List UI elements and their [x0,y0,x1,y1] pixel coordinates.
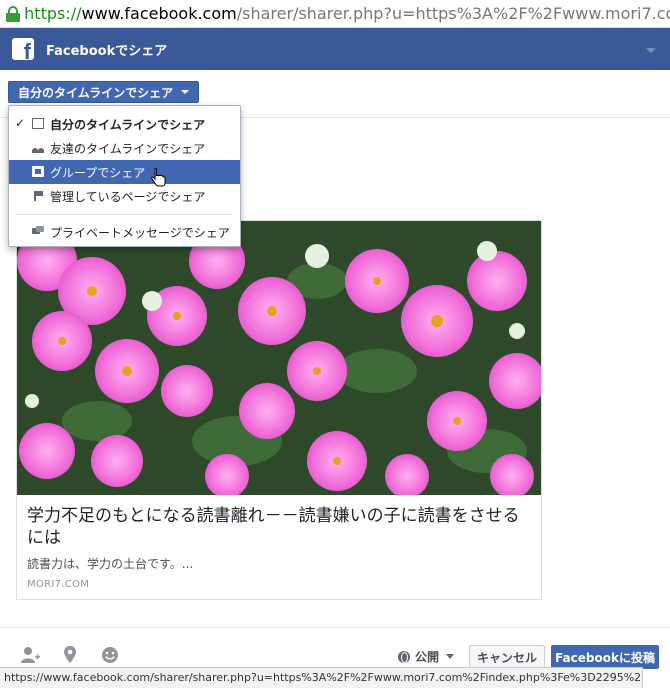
link-preview-card[interactable]: 学力不足のもとになる読書離れ－－読書嫌いの子に読書をさせるには 読書力は、学力の… [16,220,542,600]
divider [0,627,670,628]
message-icon [32,226,44,237]
share-target-label: 自分のタイムラインでシェア [18,85,174,100]
url-text: https://www.facebook.com/sharer/sharer.p… [24,4,670,23]
caret-down-icon [181,90,190,94]
post-to-facebook-button[interactable]: Facebookに投稿 [551,645,659,669]
menu-item-own-timeline[interactable]: ✓ 自分のタイムラインでシェア [9,112,240,136]
share-target-menu: ✓ 自分のタイムラインでシェア 友達のタイムラインでシェア グループでシェア 管… [8,105,241,247]
preview-title: 学力不足のもとになる読書離れ－－読書嫌いの子に読書をさせるには [27,506,520,548]
menu-divider [17,214,232,215]
privacy-selector[interactable]: 公開 [398,648,455,665]
tag-friends-icon[interactable] [20,646,40,664]
edit-icon [32,118,44,129]
privacy-label: 公開 [415,650,440,664]
check-icon: ✓ [15,116,26,130]
globe-icon [398,650,410,663]
caret-down-icon [446,654,455,659]
lock-icon [6,5,20,22]
group-icon [32,166,44,177]
menu-item-group[interactable]: グループでシェア [9,160,240,184]
dialog-title: Facebookでシェア [46,43,168,59]
menu-item-managed-page[interactable]: 管理しているページでシェア [9,184,240,208]
emoji-icon[interactable] [101,646,119,664]
preview-description: 読書力は、学力の土台です。... [27,557,194,571]
facebook-logo-icon: f [12,38,34,63]
dialog-header: f Facebookでシェア [0,28,670,70]
cancel-button[interactable]: キャンセル [469,645,545,669]
address-bar[interactable]: https://www.facebook.com/sharer/sharer.p… [0,0,670,28]
browser-status-bar: https://www.facebook.com/sharer/sharer.p… [0,667,643,688]
chevron-down-icon[interactable] [646,48,656,53]
friends-icon [32,142,44,153]
hand-cursor-icon [151,168,166,187]
preview-image [17,221,541,495]
flag-icon [32,190,44,201]
location-pin-icon[interactable] [63,646,77,664]
share-target-dropdown[interactable]: 自分のタイムラインでシェア [8,81,200,103]
menu-item-private-message[interactable]: プライベートメッセージでシェア [9,220,240,244]
menu-item-friend-timeline[interactable]: 友達のタイムラインでシェア [9,136,240,160]
preview-domain: MORI7.COM [27,579,90,590]
